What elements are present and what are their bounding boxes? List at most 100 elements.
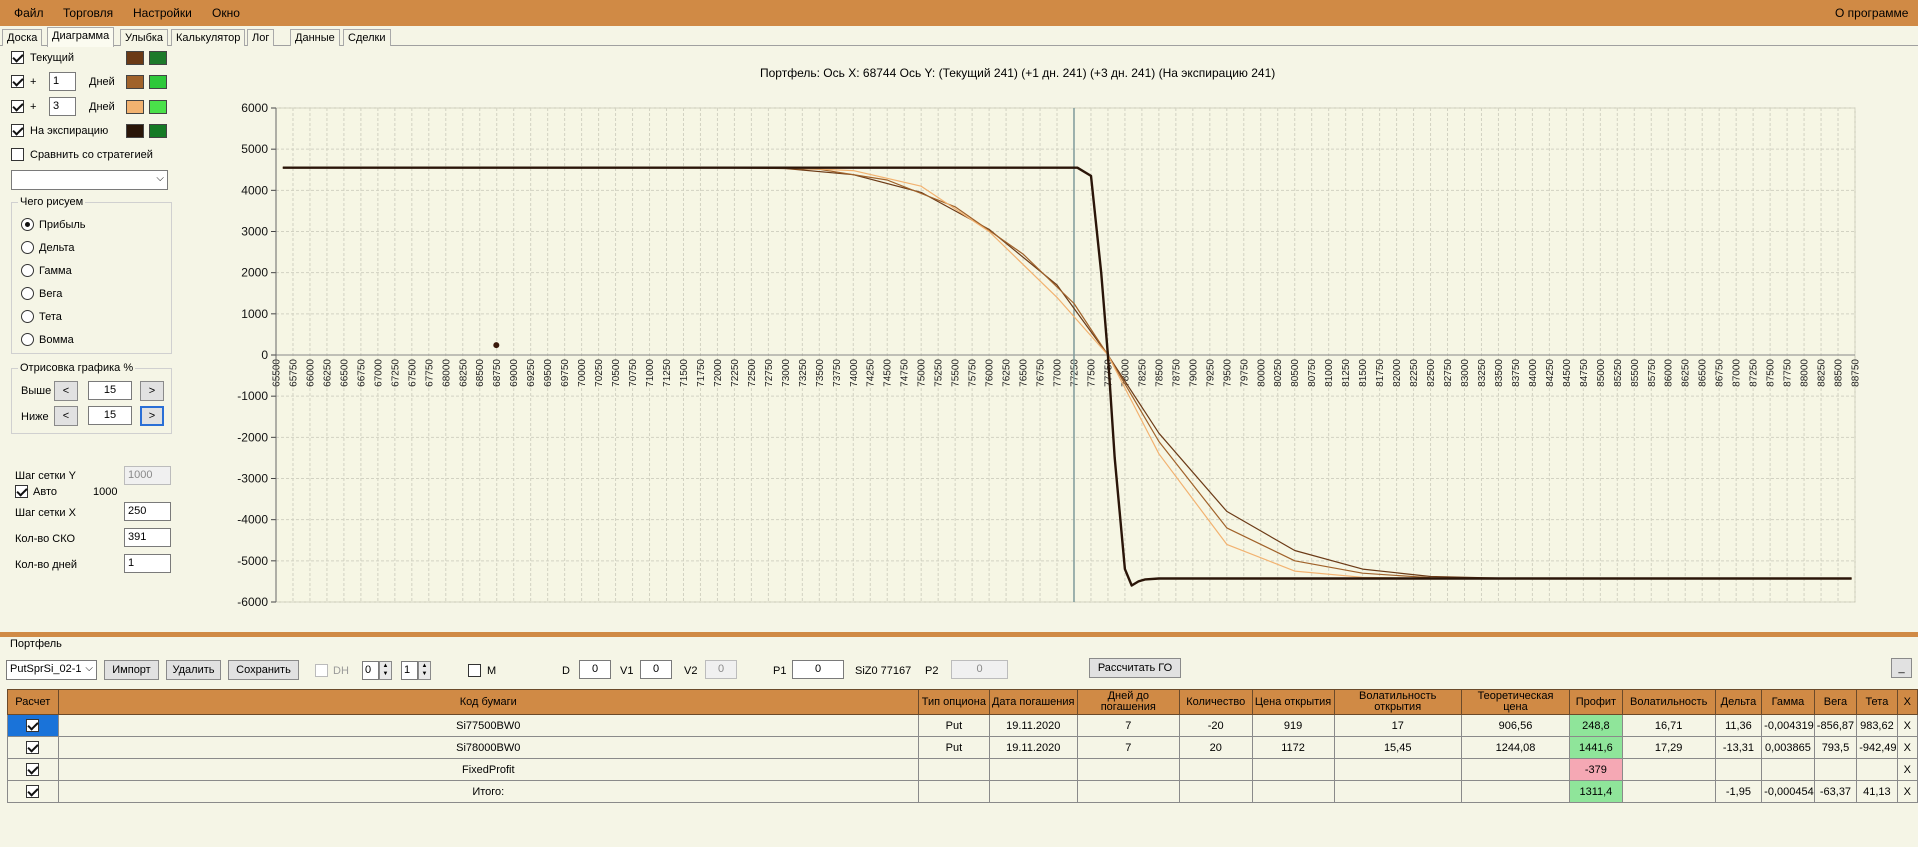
calc-checkbox[interactable]: [26, 763, 40, 776]
cell-delta: -13,31: [1714, 736, 1763, 759]
x-tick-label: 70250: [594, 359, 605, 387]
dh-checkbox[interactable]: [315, 664, 328, 677]
x-tick-label: 84000: [1528, 359, 1539, 387]
tab-diagram[interactable]: Диаграмма: [47, 27, 115, 47]
dh-spin2-arrows[interactable]: ▲ ▼: [418, 661, 431, 680]
dh-spin1-input[interactable]: 0: [362, 661, 379, 680]
cell-delta: [1714, 758, 1763, 781]
cell-vega: -63,37: [1813, 780, 1858, 803]
cell-expiry-date: 19.11.2020: [988, 714, 1078, 737]
x-tick-label: 80750: [1307, 359, 1318, 387]
x-tick-label: 73250: [798, 359, 809, 387]
x-tick-label: 79500: [1222, 359, 1233, 387]
x-tick-label: 85750: [1647, 359, 1658, 387]
cell-theoretical-price: [1460, 758, 1571, 781]
calc-checkbox[interactable]: [26, 741, 40, 754]
x-tick-label: 75500: [951, 359, 962, 387]
cell-option-type: Put: [918, 714, 990, 737]
cell-calc[interactable]: [7, 758, 59, 781]
import-button[interactable]: Импорт: [104, 660, 159, 680]
x-tick-label: 81750: [1375, 359, 1386, 387]
header-gamma[interactable]: Гамма: [1761, 689, 1815, 715]
v1-input[interactable]: 0: [640, 660, 672, 679]
p2-input[interactable]: 0: [951, 660, 1008, 679]
p1-input[interactable]: 0: [792, 660, 844, 679]
calc-checkbox[interactable]: [26, 785, 40, 798]
x-tick-label: 72250: [730, 359, 741, 387]
profit-chart[interactable]: 65500 65750 66000 66250 66500 66750 67000 67250…: [0, 0, 1918, 632]
cell-volatility: [1621, 780, 1716, 803]
cell-open-price: [1251, 758, 1335, 781]
table-row[interactable]: Si78000BW0 Put 19.11.2020 7 20 1172 15,45 1244,…: [7, 736, 1918, 759]
v2-input[interactable]: 0: [705, 660, 737, 679]
cell-volatility: 17,29: [1621, 736, 1716, 759]
header-expiry-date[interactable]: Дата погашения: [988, 689, 1078, 715]
remove-row-button[interactable]: X: [1896, 736, 1918, 759]
cell-days-to-expiry: 7: [1076, 714, 1180, 737]
calc-checkbox[interactable]: [26, 719, 40, 732]
x-tick-label: 73500: [815, 359, 826, 387]
p2-label: P2: [925, 665, 939, 677]
header-vega[interactable]: Вега: [1813, 689, 1858, 715]
cell-calc[interactable]: [7, 780, 59, 803]
cell-open-volatility: 15,45: [1333, 736, 1462, 759]
cell-quantity: 20: [1178, 736, 1253, 759]
x-tick-label: 68500: [475, 359, 486, 387]
header-open-price[interactable]: Цена открытия: [1251, 689, 1335, 715]
cell-quantity: -20: [1178, 714, 1253, 737]
cell-theoretical-price: 906,56: [1460, 714, 1571, 737]
m-checkbox[interactable]: [468, 664, 481, 677]
table-row[interactable]: FixedProfit -379 X: [7, 758, 1918, 781]
header-code[interactable]: Код бумаги: [57, 689, 920, 715]
header-profit[interactable]: Профит: [1569, 689, 1623, 715]
header-delta[interactable]: Дельта: [1714, 689, 1763, 715]
cell-open-price: [1251, 780, 1335, 803]
x-tick-label: 68750: [492, 359, 503, 387]
portfolio-title: Портфель: [10, 638, 62, 650]
dh-spin2-input[interactable]: 1: [401, 661, 418, 680]
header-theoretical-price[interactable]: Теоретическая цена: [1460, 689, 1571, 715]
save-button[interactable]: Сохранить: [228, 660, 299, 680]
x-tick-label: 76500: [1019, 359, 1030, 387]
siz-label: SiZ0 77167: [855, 665, 912, 677]
calculate-go-button[interactable]: Рассчитать ГО: [1089, 658, 1181, 678]
x-tick-label: 80250: [1273, 359, 1284, 387]
header-theta[interactable]: Тета: [1856, 689, 1898, 715]
minimize-button[interactable]: _: [1891, 658, 1912, 678]
x-tick-label: 72000: [713, 359, 724, 387]
remove-row-button[interactable]: X: [1896, 758, 1918, 781]
x-tick-label: 68250: [458, 359, 469, 387]
x-tick-label: 84500: [1562, 359, 1573, 387]
x-tick-label: 80500: [1290, 359, 1301, 387]
cell-calc[interactable]: [7, 736, 59, 759]
delete-button[interactable]: Удалить: [166, 660, 221, 680]
x-tick-label: 79000: [1188, 359, 1199, 387]
y-tick-label: 1000: [241, 307, 268, 321]
x-tick-label: 88250: [1817, 359, 1828, 387]
dh-spin1-arrows[interactable]: ▲ ▼: [379, 661, 392, 680]
cell-profit: 1441,6: [1569, 736, 1623, 759]
cell-calc[interactable]: [7, 714, 59, 737]
x-tick-label: 78500: [1154, 359, 1165, 387]
x-tick-label: 74500: [883, 359, 894, 387]
x-tick-label: 77000: [1053, 359, 1064, 387]
x-tick-label: 81250: [1341, 359, 1352, 387]
d-input[interactable]: 0: [579, 660, 611, 679]
header-volatility[interactable]: Волатильность: [1621, 689, 1716, 715]
remove-row-button[interactable]: X: [1896, 780, 1918, 803]
cell-vega: 793,5: [1813, 736, 1858, 759]
table-row[interactable]: Итого: 1311,4 -1,95 -0,000454 -63,37 41,13 X: [7, 780, 1918, 803]
table-row[interactable]: Si77500BW0 Put 19.11.2020 7 -20 919 17 906,56 24…: [7, 714, 1918, 737]
strategy-select[interactable]: PutSprSi_02-1 ⌵: [6, 660, 97, 680]
header-quantity[interactable]: Количество: [1178, 689, 1253, 715]
header-days-to-expiry[interactable]: Дней до погашения: [1076, 689, 1180, 715]
remove-row-button[interactable]: X: [1896, 714, 1918, 737]
header-option-type[interactable]: Тип опциона: [918, 689, 990, 715]
cell-delta: -1,95: [1714, 780, 1763, 803]
header-calc[interactable]: Расчет: [7, 689, 59, 715]
cell-option-type: [918, 758, 990, 781]
table-header-row: Расчет Код бумаги Тип опциона Дата погаш…: [7, 689, 1918, 715]
dh-label: DH: [333, 665, 349, 677]
header-open-volatility[interactable]: Волатильность открытия: [1333, 689, 1462, 715]
cell-gamma: -0,000454: [1761, 780, 1815, 803]
